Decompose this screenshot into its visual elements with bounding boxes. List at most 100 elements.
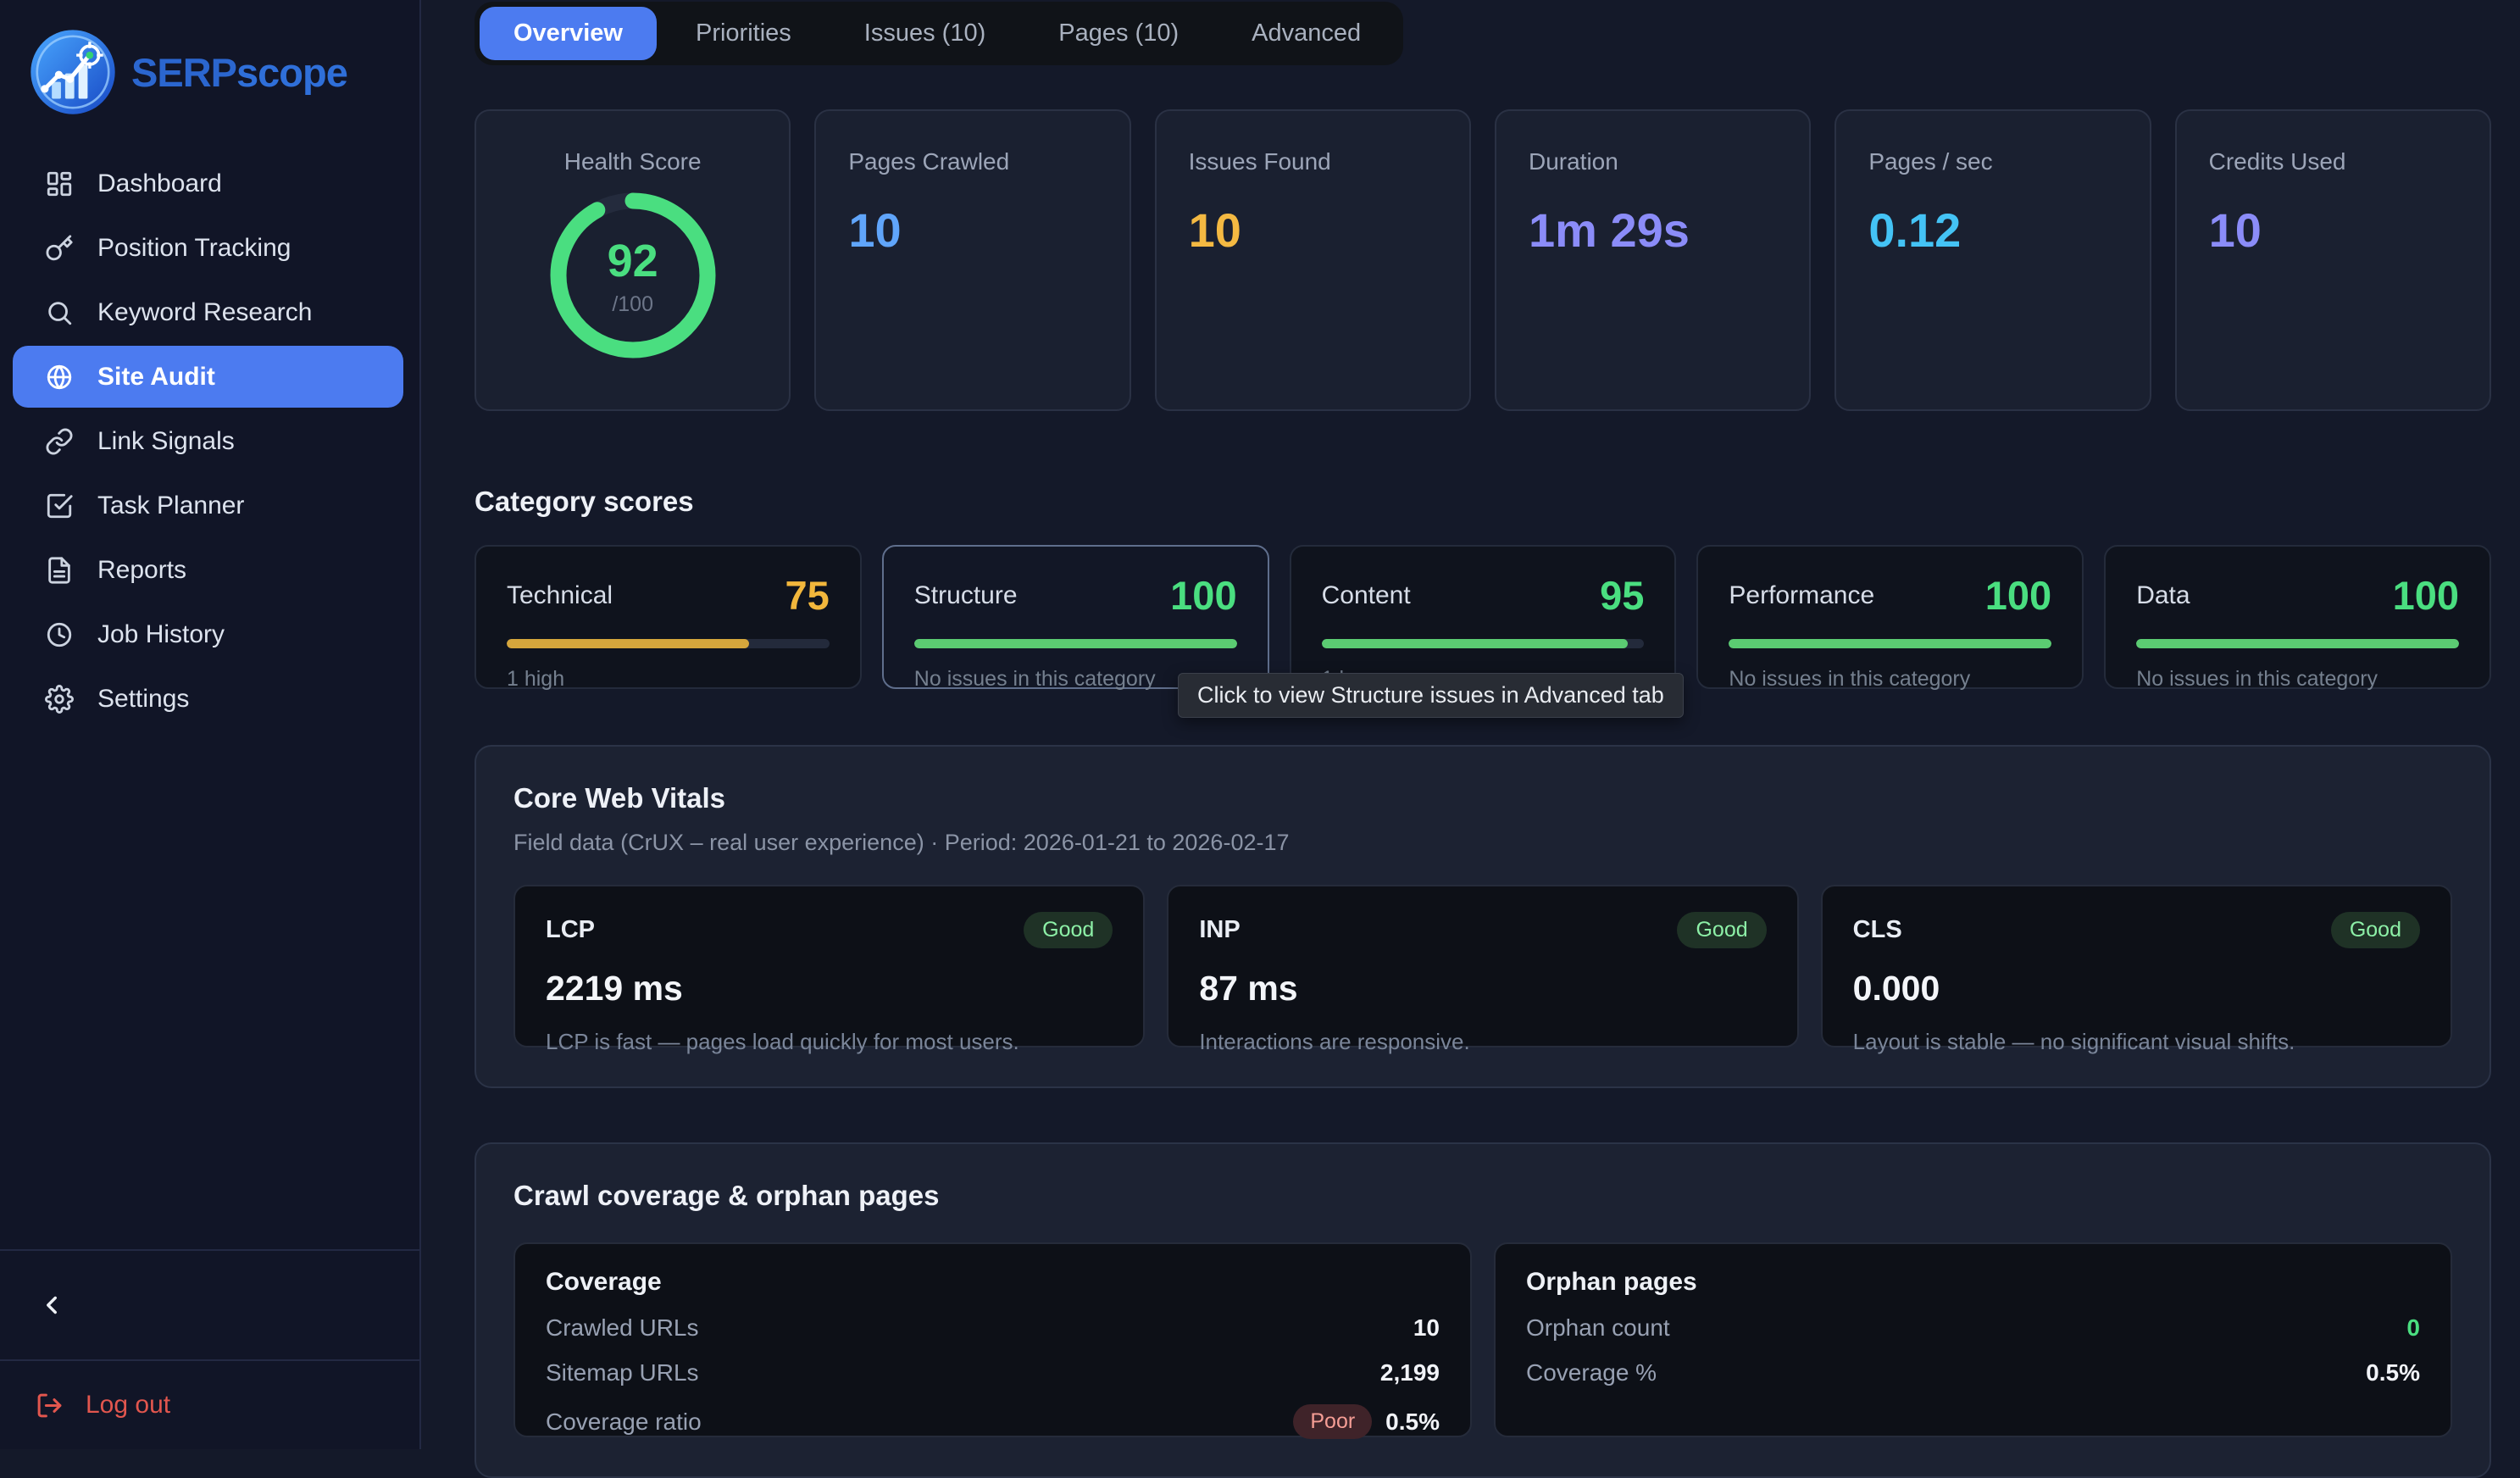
row-label: Coverage %	[1526, 1359, 1657, 1386]
sidebar-item-task-planner[interactable]: Task Planner	[13, 475, 403, 536]
category-scores-heading: Category scores	[475, 486, 2491, 518]
tab-pages[interactable]: Pages (10)	[1024, 7, 1213, 60]
category-score: 100	[1170, 572, 1236, 619]
category-progress-track	[1322, 639, 1645, 648]
logout-label: Log out	[86, 1391, 170, 1420]
coverage-title: Coverage	[546, 1268, 1440, 1297]
orphan-pages-title: Orphan pages	[1526, 1268, 2420, 1297]
category-progress-fill	[1729, 639, 2051, 648]
category-progress-track	[1729, 639, 2051, 648]
logout-icon	[36, 1392, 64, 1420]
sidebar-item-label: Task Planner	[97, 492, 244, 520]
tab-priorities[interactable]: Priorities	[662, 7, 825, 60]
vital-description: Layout is stable — no significant visual…	[1853, 1029, 2420, 1055]
tab-advanced[interactable]: Advanced	[1218, 7, 1395, 60]
vital-value: 87 ms	[1199, 969, 1766, 1008]
category-score: 100	[2393, 572, 2459, 619]
category-card-structure[interactable]: Structure 100 No issues in this category	[882, 545, 1269, 689]
brand-name: SERPscope	[131, 49, 347, 96]
category-score: 95	[1600, 572, 1644, 619]
category-card-technical[interactable]: Technical 75 1 high	[475, 545, 862, 689]
check-square-icon	[45, 492, 74, 520]
status-badge: Good	[2331, 912, 2420, 948]
sidebar-spacer	[0, 730, 419, 1249]
sidebar: SERPscope Dashboard Position Tracking Ke…	[0, 0, 421, 1449]
tab-overview[interactable]: Overview	[480, 7, 657, 60]
stat-value: 10	[1189, 203, 1437, 258]
brand-logo[interactable]: SERPscope	[0, 0, 419, 117]
row-value: 2,199	[1380, 1359, 1440, 1386]
sidebar-item-keyword-research[interactable]: Keyword Research	[13, 281, 403, 343]
category-name: Technical	[507, 581, 613, 610]
category-note: No issues in this category	[2136, 667, 2459, 692]
sidebar-item-settings[interactable]: Settings	[13, 668, 403, 730]
sidebar-nav: Dashboard Position Tracking Keyword Rese…	[0, 153, 419, 730]
file-text-icon	[45, 556, 74, 585]
logout-button[interactable]: Log out	[0, 1359, 419, 1449]
category-card-performance[interactable]: Performance 100 No issues in this catego…	[1696, 545, 2084, 689]
category-note: 1 high	[507, 667, 830, 692]
vital-card-cls: CLS Good 0.000 Layout is stable — no sig…	[1821, 885, 2452, 1047]
sidebar-item-label: Keyword Research	[97, 298, 312, 327]
sidebar-collapse-section	[0, 1249, 419, 1359]
gear-icon	[45, 685, 74, 714]
row-label: Crawled URLs	[546, 1314, 699, 1342]
serpscope-logo-icon	[28, 27, 118, 117]
health-score-value: 92	[547, 235, 719, 287]
category-progress-fill	[1322, 639, 1629, 648]
category-progress-fill	[914, 639, 1237, 648]
health-score-denominator: /100	[547, 292, 719, 317]
sidebar-item-site-audit[interactable]: Site Audit	[13, 346, 403, 408]
vital-metric: INP	[1199, 916, 1240, 944]
sidebar-item-job-history[interactable]: Job History	[13, 603, 403, 665]
row-label: Orphan count	[1526, 1314, 1670, 1342]
category-card-content[interactable]: Content 95 1 low	[1290, 545, 1677, 689]
clock-icon	[45, 620, 74, 649]
sidebar-item-label: Settings	[97, 685, 189, 714]
stat-value: 10	[2209, 203, 2457, 258]
status-badge: Good	[1677, 912, 1766, 948]
vital-card-lcp: LCP Good 2219 ms LCP is fast — pages loa…	[513, 885, 1145, 1047]
sidebar-item-label: Link Signals	[97, 427, 235, 456]
stat-label: Credits Used	[2209, 148, 2457, 175]
sidebar-item-label: Reports	[97, 556, 186, 585]
table-row: Orphan count 0	[1526, 1314, 2420, 1342]
core-web-vitals-panel: Core Web Vitals Field data (CrUX – real …	[475, 745, 2491, 1088]
core-web-vitals-subtitle: Field data (CrUX – real user experience)…	[513, 830, 2452, 856]
category-name: Structure	[914, 581, 1018, 610]
category-progress-track	[2136, 639, 2459, 648]
stat-card-pages-crawled: Pages Crawled 10	[814, 109, 1130, 411]
dashboard-grid-icon	[45, 169, 74, 198]
table-row: Sitemap URLs 2,199	[546, 1359, 1440, 1386]
collapse-sidebar-button[interactable]	[37, 1288, 71, 1322]
row-label: Coverage ratio	[546, 1409, 702, 1436]
sidebar-item-dashboard[interactable]: Dashboard	[13, 153, 403, 214]
category-score-row: Technical 75 1 high Structure 100 No iss…	[475, 545, 2491, 689]
stat-card-health-score: Health Score 92 /100	[475, 109, 791, 411]
tab-issues[interactable]: Issues (10)	[830, 7, 1019, 60]
row-value: 0.5%	[2366, 1359, 2420, 1386]
globe-icon	[45, 363, 74, 392]
audit-tabbar: Overview Priorities Issues (10) Pages (1…	[475, 2, 1403, 65]
sidebar-item-link-signals[interactable]: Link Signals	[13, 410, 403, 472]
crawl-coverage-heading: Crawl coverage & orphan pages	[513, 1180, 2452, 1212]
poor-badge: Poor	[1293, 1404, 1372, 1439]
key-icon	[45, 234, 74, 263]
vital-metric: LCP	[546, 916, 595, 944]
sidebar-item-position-tracking[interactable]: Position Tracking	[13, 217, 403, 279]
vital-card-inp: INP Good 87 ms Interactions are responsi…	[1167, 885, 1798, 1047]
crawl-cards-row: Coverage Crawled URLs 10 Sitemap URLs 2,…	[513, 1242, 2452, 1437]
category-progress-track	[914, 639, 1237, 648]
link-icon	[45, 427, 74, 456]
row-label: Sitemap URLs	[546, 1359, 699, 1386]
category-progress-fill	[2136, 639, 2459, 648]
crawl-coverage-panel: Crawl coverage & orphan pages Coverage C…	[475, 1142, 2491, 1478]
search-icon	[45, 298, 74, 327]
vital-value: 0.000	[1853, 969, 2420, 1008]
stat-label: Pages / sec	[1868, 148, 2117, 175]
category-card-data[interactable]: Data 100 No issues in this category	[2104, 545, 2491, 689]
category-progress-track	[507, 639, 830, 648]
sidebar-item-reports[interactable]: Reports	[13, 539, 403, 601]
row-value: 10	[1413, 1314, 1440, 1342]
row-value: 0	[2406, 1314, 2420, 1342]
